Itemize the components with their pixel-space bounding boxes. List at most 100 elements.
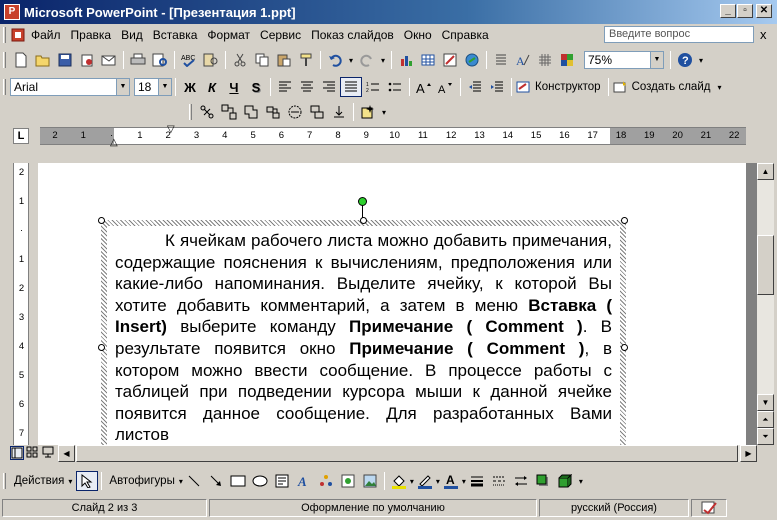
restore-button[interactable]: ▫ — [737, 4, 753, 18]
shadow-style-icon[interactable] — [532, 471, 554, 491]
diagram-tool-6-icon[interactable] — [306, 102, 328, 122]
tab-selector[interactable]: L — [13, 128, 29, 144]
format-painter-icon[interactable] — [295, 50, 317, 70]
toolbar-grip[interactable] — [3, 473, 6, 489]
arrow-style-icon[interactable] — [510, 471, 532, 491]
align-center-icon[interactable] — [296, 77, 318, 97]
help-icon[interactable]: ? — [674, 50, 696, 70]
justify-icon[interactable] — [340, 77, 362, 97]
select-objects-icon[interactable] — [76, 471, 99, 491]
align-left-icon[interactable] — [274, 77, 296, 97]
diagram-tool-5-icon[interactable] — [284, 102, 306, 122]
slide-sorter-view-icon[interactable] — [26, 446, 40, 460]
font-color-icon[interactable]: A — [440, 471, 462, 491]
rectangle-icon[interactable] — [227, 471, 249, 491]
tables-borders-icon[interactable] — [439, 50, 461, 70]
scroll-thumb[interactable] — [757, 235, 774, 295]
left-indent-marker[interactable]: △ — [110, 137, 118, 148]
first-line-indent-marker[interactable]: ▽ — [167, 124, 175, 135]
show-grid-icon[interactable] — [534, 50, 556, 70]
research-icon[interactable] — [200, 50, 222, 70]
toolbar-grip[interactable] — [3, 79, 6, 95]
color-grayscale-icon[interactable] — [556, 50, 578, 70]
diagram-tool-3-icon[interactable] — [240, 102, 262, 122]
slideshow-view-icon[interactable] — [42, 446, 56, 460]
scroll-up-icon[interactable]: ▲ — [757, 163, 774, 180]
resize-handle-top-right[interactable] — [621, 217, 628, 224]
horizontal-scrollbar[interactable]: ◀ ▶ — [58, 445, 757, 462]
diagram-tool-2-icon[interactable] — [218, 102, 240, 122]
line-color-icon[interactable] — [414, 471, 436, 491]
text-box-icon[interactable] — [271, 471, 293, 491]
slide-editing-area[interactable]: К ячейкам рабочего листа можно добавить … — [38, 163, 757, 445]
menu-view[interactable]: Вид — [116, 28, 148, 42]
menu-help[interactable]: Справка — [437, 28, 494, 42]
save-icon[interactable] — [54, 50, 76, 70]
insert-hyperlink-icon[interactable] — [461, 50, 483, 70]
diagram-tool-4-icon[interactable] — [262, 102, 284, 122]
clip-art-icon[interactable] — [337, 471, 359, 491]
fill-color-icon[interactable] — [388, 471, 410, 491]
toolbar-options-icon[interactable]: ▾ — [576, 471, 586, 491]
menu-format[interactable]: Формат — [202, 28, 255, 42]
toolbar-options-icon[interactable]: ▾ — [379, 102, 389, 122]
diagram-tool-8-icon[interactable] — [357, 102, 379, 122]
rotation-handle[interactable] — [358, 197, 367, 206]
autoshapes-menu[interactable]: Автофигуры — [105, 475, 178, 487]
resize-handle-top[interactable] — [360, 217, 367, 224]
scroll-left-icon[interactable]: ◀ — [58, 445, 75, 462]
line-icon[interactable] — [183, 471, 205, 491]
chevron-down-icon[interactable]: ▾ — [68, 477, 72, 486]
close-document-button[interactable]: x — [760, 27, 767, 42]
toolbar-options-icon[interactable]: ▾ — [714, 77, 724, 97]
menu-insert[interactable]: Вставка — [148, 28, 203, 42]
align-right-icon[interactable] — [318, 77, 340, 97]
normal-view-icon[interactable] — [10, 446, 24, 460]
menu-file[interactable]: Файл — [26, 28, 66, 42]
designer-icon[interactable] — [515, 77, 531, 97]
decrease-indent-icon[interactable] — [464, 77, 486, 97]
increase-font-icon[interactable]: A — [413, 77, 435, 97]
insert-picture-icon[interactable] — [359, 471, 381, 491]
bold-button[interactable]: Ж — [179, 77, 201, 97]
email-icon[interactable] — [98, 50, 120, 70]
new-slide-button[interactable]: Создать слайд — [628, 81, 715, 93]
3d-style-icon[interactable] — [554, 471, 576, 491]
chevron-down-icon[interactable]: ▼ — [116, 79, 129, 95]
actions-menu[interactable]: Действия — [10, 475, 68, 487]
permission-icon[interactable] — [76, 50, 98, 70]
menu-tools[interactable]: Сервис — [255, 28, 306, 42]
document-icon[interactable] — [10, 25, 26, 45]
underline-button[interactable]: Ч — [223, 77, 245, 97]
close-button[interactable]: ✕ — [756, 4, 772, 18]
spelling-icon[interactable]: ABC — [178, 50, 200, 70]
font-select[interactable]: Arial ▼ — [10, 78, 130, 96]
new-icon[interactable] — [10, 50, 32, 70]
chevron-down-icon[interactable]: ▼ — [158, 79, 171, 95]
print-icon[interactable] — [127, 50, 149, 70]
vertical-scrollbar[interactable]: ▲ ▼ ⏶ ⏷ — [757, 163, 774, 445]
resize-handle-top-left[interactable] — [98, 217, 105, 224]
menu-grip[interactable] — [3, 27, 6, 43]
oval-icon[interactable] — [249, 471, 271, 491]
powerpoint-app-icon[interactable]: P — [4, 4, 20, 20]
wordart-icon[interactable]: A — [293, 471, 315, 491]
new-slide-icon[interactable] — [612, 77, 628, 97]
menu-edit[interactable]: Правка — [66, 28, 117, 42]
text-placeholder[interactable]: К ячейкам рабочего листа можно добавить … — [101, 220, 626, 445]
undo-icon[interactable] — [324, 50, 346, 70]
expand-all-icon[interactable] — [490, 50, 512, 70]
numbering-icon[interactable]: 12 — [362, 77, 384, 97]
insert-chart-icon[interactable] — [395, 50, 417, 70]
line-style-icon[interactable] — [466, 471, 488, 491]
cut-icon[interactable] — [229, 50, 251, 70]
print-preview-icon[interactable] — [149, 50, 171, 70]
designer-button[interactable]: Конструктор — [531, 81, 605, 93]
redo-dropdown-icon[interactable]: ▾ — [378, 50, 388, 70]
spelling-status-icon[interactable] — [691, 499, 727, 517]
decrease-font-icon[interactable]: A — [435, 77, 457, 97]
diagram-tool-1-icon[interactable] — [196, 102, 218, 122]
copy-icon[interactable] — [251, 50, 273, 70]
open-icon[interactable] — [32, 50, 54, 70]
menu-window[interactable]: Окно — [399, 28, 437, 42]
